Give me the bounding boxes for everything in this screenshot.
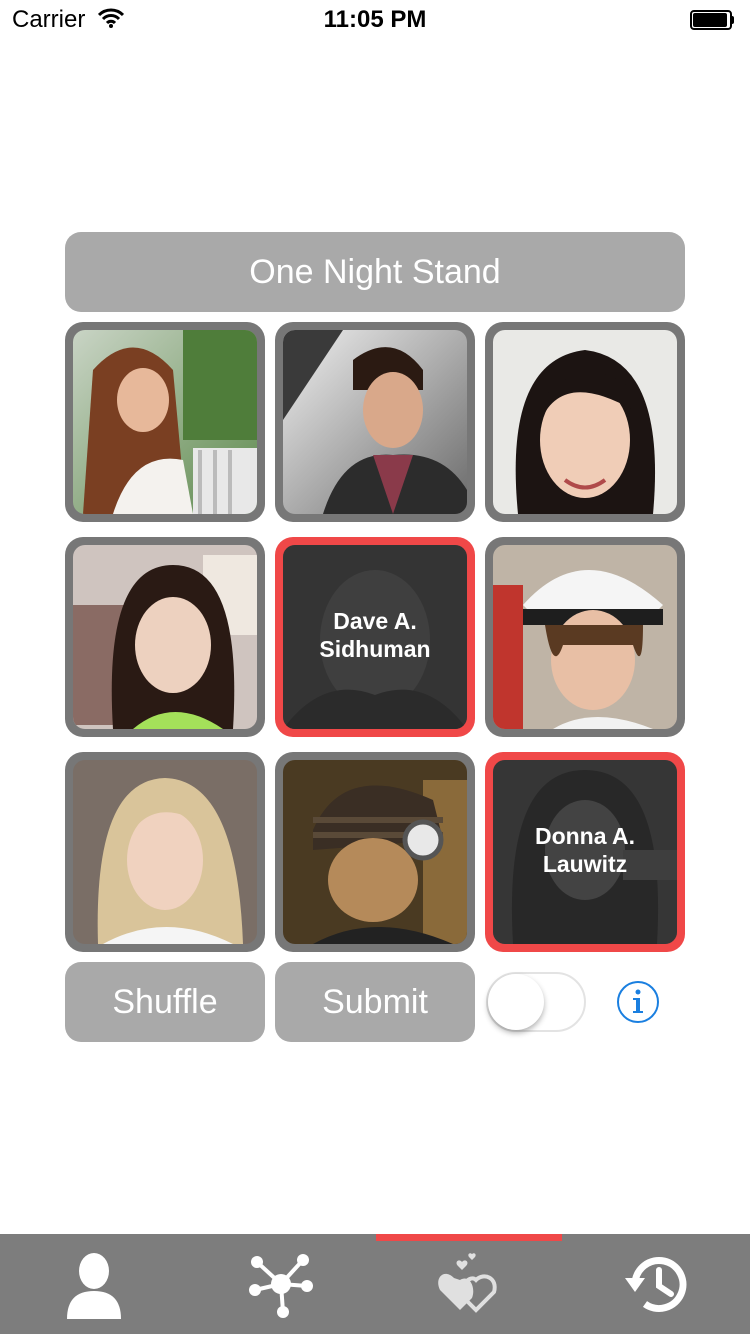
tab-bar [0,1234,750,1334]
profile-photo [493,545,677,729]
profile-photo [73,545,257,729]
tab-history[interactable] [563,1234,750,1334]
hearts-icon [437,1253,497,1313]
photo-tile-5[interactable]: Dave A. Sidhuman [275,537,475,737]
selection-overlay: Dave A. Sidhuman [283,545,467,729]
info-icon[interactable] [616,980,660,1024]
toggle-knob [488,974,544,1030]
network-icon [248,1254,313,1318]
photo-tile-4[interactable] [65,537,265,737]
mode-toggle[interactable] [486,972,586,1032]
tab-network[interactable] [187,1234,374,1334]
photo-tile-8[interactable] [275,752,475,952]
profile-photo [283,330,467,514]
tab-matches[interactable] [374,1234,561,1334]
profile-photo [73,760,257,944]
page-title: One Night Stand [65,232,685,312]
person-icon [66,1253,121,1319]
history-icon [624,1257,686,1312]
status-bar: Carrier 11:05 PM [0,0,750,40]
profile-photo: Dave A. Sidhuman [283,545,467,729]
photo-tile-2[interactable] [275,322,475,522]
profile-photo [73,330,257,514]
status-time: 11:05 PM [323,6,427,33]
shuffle-button[interactable]: Shuffle [65,962,265,1042]
selected-person-name: Dave A. Sidhuman [319,608,431,662]
selected-person-name: Donna A. Lauwitz [534,823,636,877]
photo-tile-6[interactable] [485,537,685,737]
tab-profile[interactable] [0,1234,187,1334]
battery-icon [690,10,734,30]
photo-tile-1[interactable] [65,322,265,522]
submit-button[interactable]: Submit [275,962,475,1042]
selection-overlay: Donna A. Lauwitz [493,760,677,944]
photo-tile-3[interactable] [485,322,685,522]
profile-photo [283,760,467,944]
photo-tile-9[interactable]: Donna A. Lauwitz [485,752,685,952]
profile-photo: Donna A. Lauwitz [493,760,677,944]
photo-tile-7[interactable] [65,752,265,952]
profile-photo [493,330,677,514]
